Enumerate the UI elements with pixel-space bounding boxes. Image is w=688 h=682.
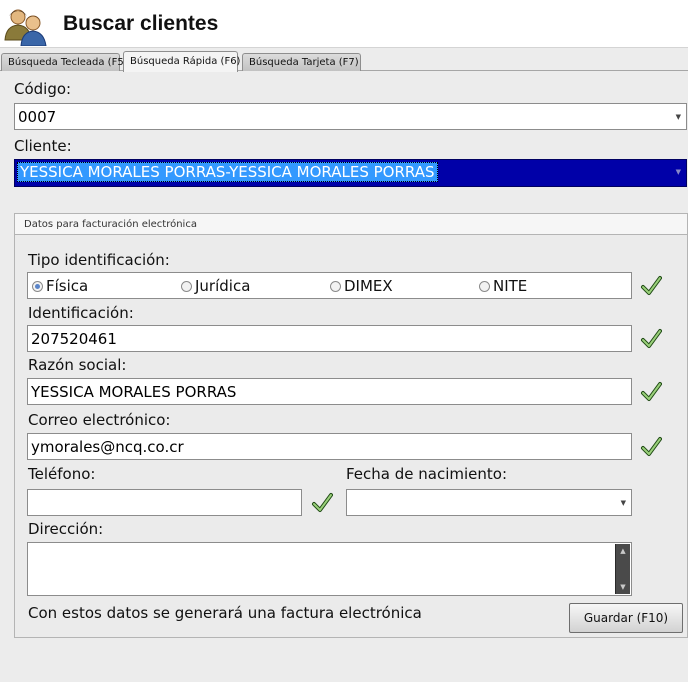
tab-strip: Búsqueda Tecleada (F5) Búsqueda Rápida (… <box>0 50 688 72</box>
code-combobox[interactable]: 0007 ▼ <box>14 103 687 130</box>
chevron-down-icon[interactable]: ▼ <box>676 113 681 121</box>
tab-busqueda-tarjeta[interactable]: Búsqueda Tarjeta (F7) <box>242 53 361 71</box>
chevron-down-icon[interactable]: ▼ <box>621 499 626 507</box>
code-value: 0007 <box>18 108 57 126</box>
tab-busqueda-rapida[interactable]: Búsqueda Rápida (F6) <box>123 51 240 72</box>
phone-input[interactable] <box>27 489 302 516</box>
radio-icon <box>181 280 192 292</box>
code-label: Código: <box>14 80 72 98</box>
radio-fisica[interactable]: Física <box>32 277 88 295</box>
save-button[interactable]: Guardar (F10) <box>569 603 683 633</box>
id-type-label: Tipo identificación: <box>28 251 170 269</box>
phone-label: Teléfono: <box>28 465 96 483</box>
address-label: Dirección: <box>28 520 104 538</box>
radio-icon <box>479 280 490 292</box>
tab-busqueda-tecleada[interactable]: Búsqueda Tecleada (F5) <box>1 53 128 71</box>
chevron-down-icon[interactable]: ▼ <box>676 168 681 176</box>
birthdate-label: Fecha de nacimiento: <box>346 465 508 483</box>
billing-group-title: Datos para facturación electrónica <box>14 213 688 235</box>
check-icon <box>641 437 662 456</box>
check-icon <box>312 493 333 512</box>
check-icon <box>641 329 662 348</box>
identification-label: Identificación: <box>28 304 134 322</box>
radio-juridica[interactable]: Jurídica <box>181 277 250 295</box>
check-icon <box>641 276 662 295</box>
scroll-down-icon[interactable]: ▼ <box>616 580 630 594</box>
address-textarea[interactable]: ▲ ▼ <box>27 542 632 596</box>
page-title: Buscar clientes <box>63 12 219 35</box>
users-icon <box>4 9 47 46</box>
check-icon <box>641 382 662 401</box>
radio-selected-icon <box>32 280 43 292</box>
footer-note: Con estos datos se generará una factura … <box>28 604 422 622</box>
radio-dimex[interactable]: DIMEX <box>330 277 393 295</box>
birthdate-combobox[interactable]: ▼ <box>346 489 632 516</box>
address-scrollbar[interactable]: ▲ ▼ <box>615 544 630 594</box>
email-input[interactable]: ymorales@ncq.co.cr <box>27 433 632 460</box>
identification-input[interactable]: 207520461 <box>27 325 632 352</box>
email-label: Correo electrónico: <box>28 411 171 429</box>
client-value: YESSICA MORALES PORRAS-YESSICA MORALES P… <box>17 162 438 182</box>
scroll-up-icon[interactable]: ▲ <box>616 544 630 558</box>
client-combobox[interactable]: YESSICA MORALES PORRAS-YESSICA MORALES P… <box>14 159 687 187</box>
business-name-input[interactable]: YESSICA MORALES PORRAS <box>27 378 632 405</box>
client-label: Cliente: <box>14 137 72 155</box>
radio-nite[interactable]: NITE <box>479 277 527 295</box>
business-name-label: Razón social: <box>28 356 127 374</box>
id-type-radio-group: Física Jurídica DIMEX NITE <box>27 272 632 299</box>
radio-icon <box>330 280 341 292</box>
